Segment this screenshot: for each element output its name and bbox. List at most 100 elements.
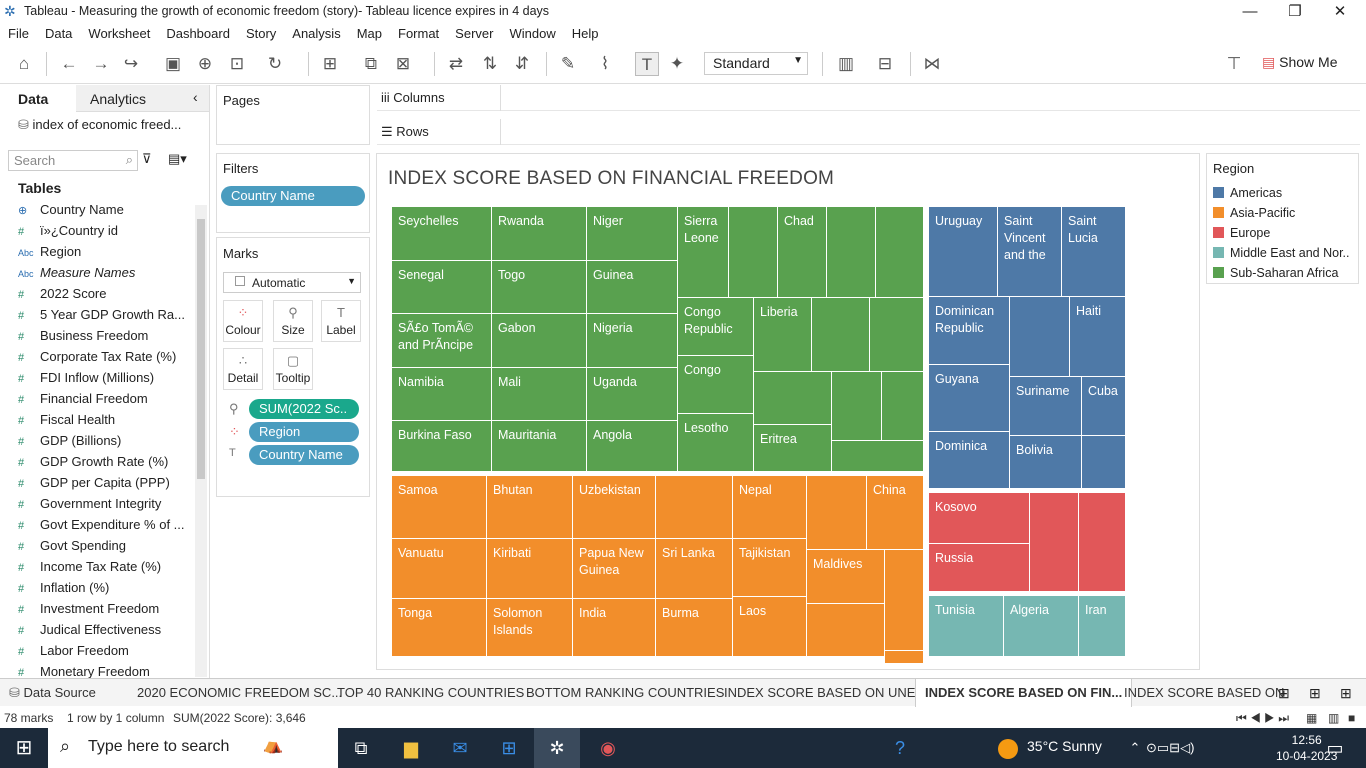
pause-updates-icon[interactable]: ⊡ xyxy=(225,52,249,76)
treemap-cell[interactable] xyxy=(881,371,924,441)
treemap-cell[interactable] xyxy=(884,549,924,651)
mark-type-select[interactable]: Automatic ▼ xyxy=(223,272,361,293)
treemap-cell[interactable] xyxy=(869,297,924,372)
treemap-cell-solomon[interactable]: Solomon Islands xyxy=(486,598,573,657)
tabs-icon[interactable]: ■ xyxy=(1348,711,1355,725)
treemap-cell[interactable] xyxy=(728,206,778,298)
columns-shelf[interactable]: iii Columns xyxy=(377,85,1360,111)
new-dashboard-icon[interactable]: ⊞ xyxy=(1309,685,1321,702)
treemap-cell-senegal[interactable]: Senegal xyxy=(391,260,492,314)
treemap-cell[interactable] xyxy=(875,206,924,298)
treemap-cell-liberia[interactable]: Liberia xyxy=(753,297,812,372)
treemap-cell-congo[interactable]: Congo xyxy=(677,355,754,414)
treemap-cell-china[interactable]: China xyxy=(866,475,924,550)
legend-item-asia-pacific[interactable]: Asia-Pacific xyxy=(1213,206,1295,220)
field-item[interactable]: # Financial Freedom xyxy=(18,391,188,411)
new-worksheet-icon[interactable]: ⊞ xyxy=(1278,685,1290,702)
treemap-cell-guyana[interactable]: Guyana xyxy=(928,364,1010,432)
view-size-select[interactable]: Standard ▼ xyxy=(704,52,808,75)
format-painter-icon[interactable]: ⊤ xyxy=(1222,52,1246,76)
refresh-icon[interactable]: ↻ xyxy=(263,52,287,76)
file-explorer-icon[interactable]: ▆ xyxy=(398,736,424,760)
close-icon[interactable]: ✕ xyxy=(1320,1,1360,23)
redo-icon[interactable]: → xyxy=(89,52,113,76)
sheet-nav-icon[interactable]: ⏮ ◀ ▶ ⏭ xyxy=(1236,711,1289,726)
treemap-cell[interactable] xyxy=(1009,296,1070,377)
treemap-cell[interactable] xyxy=(1078,492,1126,592)
treemap-cell-samoa[interactable]: Samoa xyxy=(391,475,487,539)
treemap-cell-tonga[interactable]: Tonga xyxy=(391,598,487,657)
field-item[interactable]: # Judical Effectiveness xyxy=(18,622,188,642)
treemap-cell-bolivia[interactable]: Bolivia xyxy=(1009,435,1082,489)
pin-icon[interactable]: ✦ xyxy=(665,52,689,76)
filmstrip-icon[interactable]: ▥ xyxy=(1328,711,1339,725)
menu-worksheet[interactable]: Worksheet xyxy=(80,24,158,41)
label-pill[interactable]: Country Name xyxy=(249,445,359,465)
treemap-cell-seychelles[interactable]: Seychelles xyxy=(391,206,492,261)
treemap-cell-india[interactable]: India xyxy=(572,598,656,657)
restore-icon[interactable]: ❐ xyxy=(1275,1,1315,23)
treemap-cell[interactable] xyxy=(831,371,882,441)
minimize-icon[interactable]: — xyxy=(1230,1,1270,23)
scrollbar[interactable] xyxy=(195,205,207,677)
field-item[interactable]: # Government Integrity xyxy=(18,496,188,516)
share-icon[interactable]: ⋈ xyxy=(920,52,944,76)
treemap-cell-burkina[interactable]: Burkina Faso xyxy=(391,420,492,472)
treemap-cell-mali[interactable]: Mali xyxy=(491,367,587,421)
tab-analytics[interactable]: Analytics xyxy=(90,87,146,113)
treemap-cell-rwanda[interactable]: Rwanda xyxy=(491,206,587,261)
task-view-icon[interactable]: ⧉ xyxy=(348,736,374,760)
field-item[interactable]: # GDP Growth Rate (%) xyxy=(18,454,188,474)
treemap-cell-togo[interactable]: Togo xyxy=(491,260,587,314)
notifications-icon[interactable]: ▭ xyxy=(1322,736,1348,760)
menu-analysis[interactable]: Analysis xyxy=(284,24,348,41)
treemap-cell-gabon[interactable]: Gabon xyxy=(491,313,587,368)
windows-start-icon[interactable]: ⊞ xyxy=(11,736,37,760)
duplicate-icon[interactable]: ⧉ xyxy=(359,52,383,76)
size-button[interactable]: ⚲ Size xyxy=(273,300,313,342)
legend-item-americas[interactable]: Americas xyxy=(1213,186,1282,200)
treemap-cell[interactable] xyxy=(655,475,733,539)
detail-button[interactable]: ∴ Detail xyxy=(223,348,263,390)
treemap-cell-sao[interactable]: SÃ£o TomÃ© and PrÃ­ncipe xyxy=(391,313,492,368)
treemap-cell[interactable] xyxy=(831,440,924,472)
treemap-cell-guinea[interactable]: Guinea xyxy=(586,260,678,314)
legend-item-mena[interactable]: Middle East and Nor.. xyxy=(1213,246,1350,260)
treemap-cell-tunisia[interactable]: Tunisia xyxy=(928,595,1004,657)
tab-sheet[interactable]: 2020 ECONOMIC FREEDOM SC... xyxy=(128,679,351,707)
treemap-cell-lesotho[interactable]: Lesotho xyxy=(677,413,754,472)
swap-icon[interactable]: ⇄ xyxy=(444,52,468,76)
treemap-cell[interactable] xyxy=(826,206,876,298)
treemap-cell-kiribati[interactable]: Kiribati xyxy=(486,538,573,599)
save-icon[interactable]: ▣ xyxy=(161,52,185,76)
treemap-cell-burma[interactable]: Burma xyxy=(655,598,733,657)
field-item[interactable]: #5 Year GDP Growth Ra... xyxy=(18,307,188,327)
treemap-cell-vanuatu[interactable]: Vanuatu xyxy=(391,538,487,599)
attach-icon[interactable]: ⌇ xyxy=(593,52,617,76)
tab-data[interactable]: Data xyxy=(18,87,48,113)
help-icon[interactable]: ? xyxy=(887,736,913,760)
show-me-button[interactable]: ▤ Show Me xyxy=(1262,54,1337,71)
treemap-cell-iran[interactable]: Iran xyxy=(1078,595,1126,657)
undo-icon[interactable]: ← xyxy=(57,52,81,76)
field-item[interactable]: # Business Freedom xyxy=(18,328,188,348)
sort-ascending-icon[interactable]: ⇅ xyxy=(478,52,502,76)
menu-window[interactable]: Window xyxy=(501,24,563,41)
chrome-icon[interactable]: ◉ xyxy=(595,736,621,760)
menu-story[interactable]: Story xyxy=(238,24,284,41)
treemap-cell-lucia[interactable]: Saint Lucia xyxy=(1061,206,1126,297)
tooltip-button[interactable]: ▢ Tooltip xyxy=(273,348,313,390)
field-item[interactable]: # Fiscal Health xyxy=(18,412,188,432)
treemap-cell-niger[interactable]: Niger xyxy=(586,206,678,261)
field-item[interactable]: # ï»¿Country id xyxy=(18,223,188,243)
field-item[interactable]: Abc Measure Names xyxy=(18,265,188,285)
sort-descending-icon[interactable]: ⇵ xyxy=(510,52,534,76)
treemap-cell-uzbekistan[interactable]: Uzbekistan xyxy=(572,475,656,539)
menu-help[interactable]: Help xyxy=(564,24,607,41)
treemap-cell-uganda[interactable]: Uganda xyxy=(586,367,678,421)
treemap-cell-srilanka[interactable]: Sri Lanka xyxy=(655,538,733,599)
field-item[interactable]: ⊕ Country Name xyxy=(18,202,188,222)
treemap-cell-congo_rep[interactable]: Congo Republic xyxy=(677,297,754,356)
treemap-cell-suriname[interactable]: Suriname xyxy=(1009,376,1082,436)
tab-sheet[interactable]: TOP 40 RANKING COUNTRIES xyxy=(328,679,533,707)
